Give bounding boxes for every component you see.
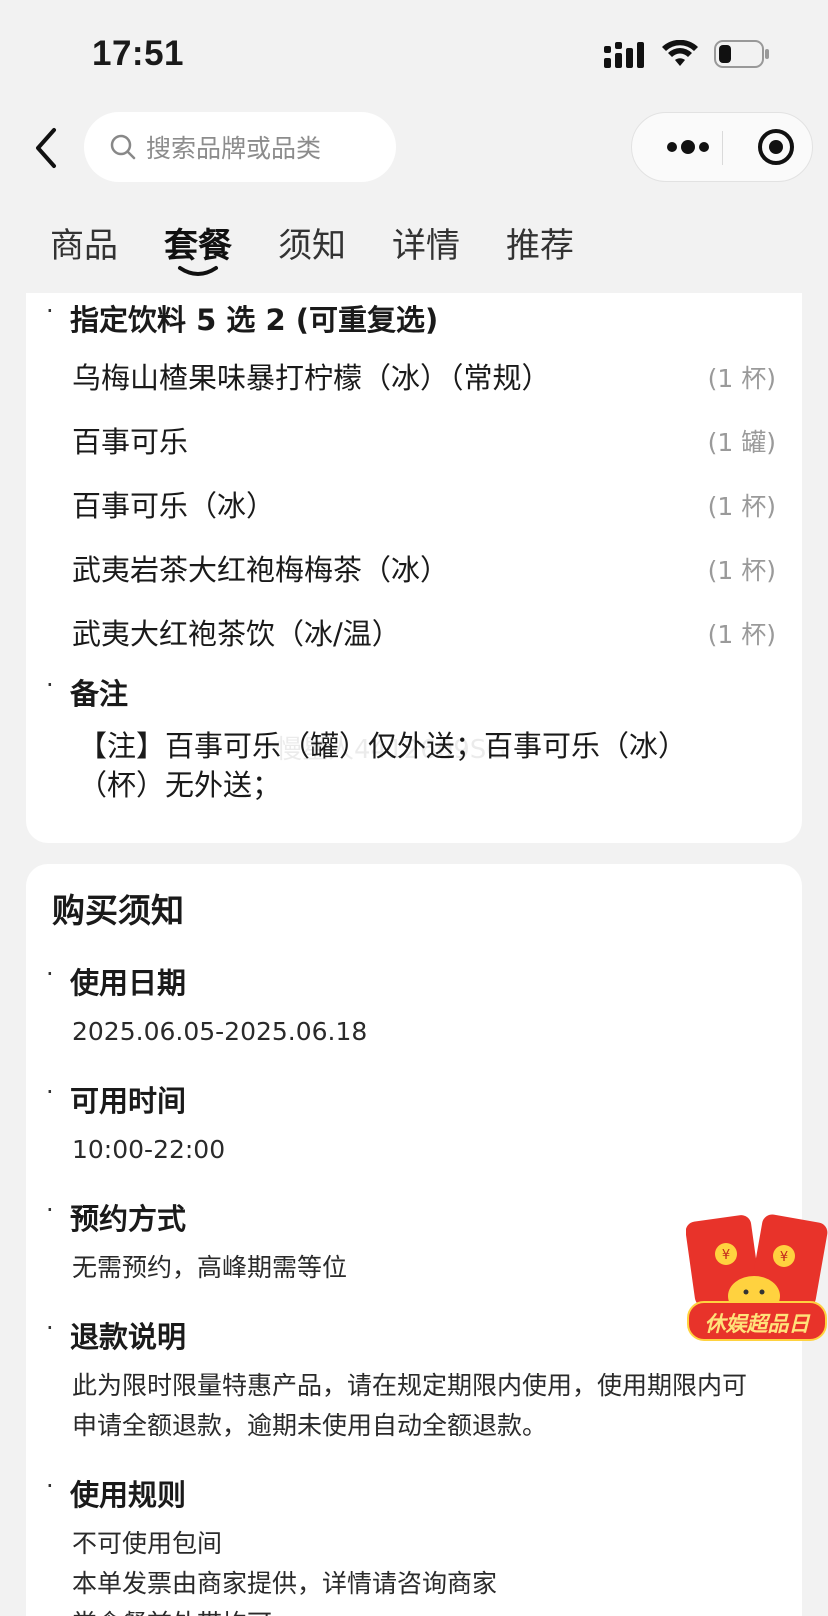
watermark-text: 慢星人4412609SG (276, 735, 507, 765)
search-input[interactable]: 搜索品牌或品类 (84, 112, 396, 182)
target-icon (758, 129, 794, 165)
battery-icon (714, 40, 769, 68)
card-title: 购买须知 (52, 891, 184, 930)
available-time-title: 可用时间 (70, 1084, 187, 1118)
drink-item-name: 武夷大红袍茶饮（冰/温） (72, 617, 401, 651)
more-button[interactable] (656, 113, 720, 181)
refund-title: 退款说明 (70, 1320, 187, 1354)
bullet-dot: · (46, 1196, 54, 1224)
drink-item-name: 乌梅山楂果味暴打柠檬（冰）（常规） (72, 361, 551, 395)
status-time: 17:51 (92, 34, 185, 73)
bullet-dot: · (46, 1314, 54, 1342)
tab-recommend[interactable]: 推荐 (506, 218, 574, 267)
usage-rules-title: 使用规则 (70, 1478, 187, 1512)
bullet-dot: · (46, 960, 54, 988)
package-card: · 指定饮料 5 选 2 (可重复选) 乌梅山楂果味暴打柠檬（冰）（常规） (1… (26, 293, 802, 843)
usage-date-title: 使用日期 (70, 966, 187, 1000)
usage-date-value: 2025.06.05-2025.06.18 (72, 1017, 368, 1046)
search-icon (110, 134, 136, 160)
miniprogram-capsule (631, 112, 813, 182)
note-line: （杯）无外送； (78, 768, 282, 802)
refund-value-line: 申请全额退款，逾期未使用自动全额退款。 (72, 1411, 548, 1440)
tab-details[interactable]: 详情 (392, 218, 460, 267)
drink-item-name: 武夷岩茶大红袍梅梅茶（冰） (72, 553, 450, 587)
reservation-value: 无需预约，高峰期需等位 (72, 1253, 348, 1282)
usage-rule-line: 本单发票由商家提供，详情请咨询商家 (72, 1569, 498, 1598)
bullet-dot: · (46, 671, 54, 699)
reservation-title: 预约方式 (70, 1202, 187, 1236)
promo-red-packet-button[interactable]: ¥ ¥ 休娱超品日 (685, 1212, 828, 1344)
search-placeholder: 搜索品牌或品类 (146, 134, 322, 163)
drink-item-qty: (1 杯) (707, 620, 776, 649)
drink-item-qty: (1 杯) (707, 364, 776, 393)
drinks-section-title: 指定饮料 5 选 2 (可重复选) (70, 303, 439, 337)
back-button[interactable] (18, 118, 78, 178)
svg-text:¥: ¥ (780, 1250, 788, 1265)
svg-text:¥: ¥ (722, 1248, 730, 1263)
chevron-left-icon (36, 128, 56, 168)
tab-notice[interactable]: 须知 (278, 218, 346, 267)
drink-item-name: 百事可乐（冰） (72, 489, 276, 523)
close-miniprogram-button[interactable] (744, 113, 808, 181)
status-bar: 17:51 (0, 0, 828, 100)
tab-products[interactable]: 商品 (50, 218, 118, 267)
note-section-title: 备注 (70, 677, 129, 711)
bullet-dot: · (46, 1078, 54, 1106)
cellular-signal-icon (604, 42, 644, 68)
available-time-value: 10:00-22:00 (72, 1135, 226, 1164)
usage-rule-line: 不可使用包间 (72, 1529, 223, 1558)
bullet-dot: · (46, 1472, 54, 1500)
active-tab-indicator (178, 266, 218, 276)
bullet-dot: · (46, 297, 54, 325)
drink-item-qty: (1 杯) (707, 492, 776, 521)
drink-item-qty: (1 杯) (707, 556, 776, 585)
promo-label: 休娱超品日 (704, 1312, 810, 1336)
more-dots-icon (667, 140, 709, 154)
wifi-icon (662, 40, 698, 66)
refund-value-line: 此为限时限量特惠产品，请在规定期限内使用，使用期限内可 (72, 1371, 748, 1400)
tab-package[interactable]: 套餐 (164, 218, 232, 267)
drink-item-qty: (1 罐) (707, 428, 776, 457)
tab-bar: 商品 套餐 须知 详情 推荐 (0, 218, 828, 288)
capsule-divider (722, 131, 723, 165)
usage-rule-line: 堂食餐前外带均可 (72, 1604, 772, 1616)
page: 17:51 搜索品牌或品类 商品 套餐 须知 详情 推荐 · 指定饮料 5 选 … (0, 0, 828, 1616)
drink-item-name: 百事可乐 (72, 425, 189, 459)
